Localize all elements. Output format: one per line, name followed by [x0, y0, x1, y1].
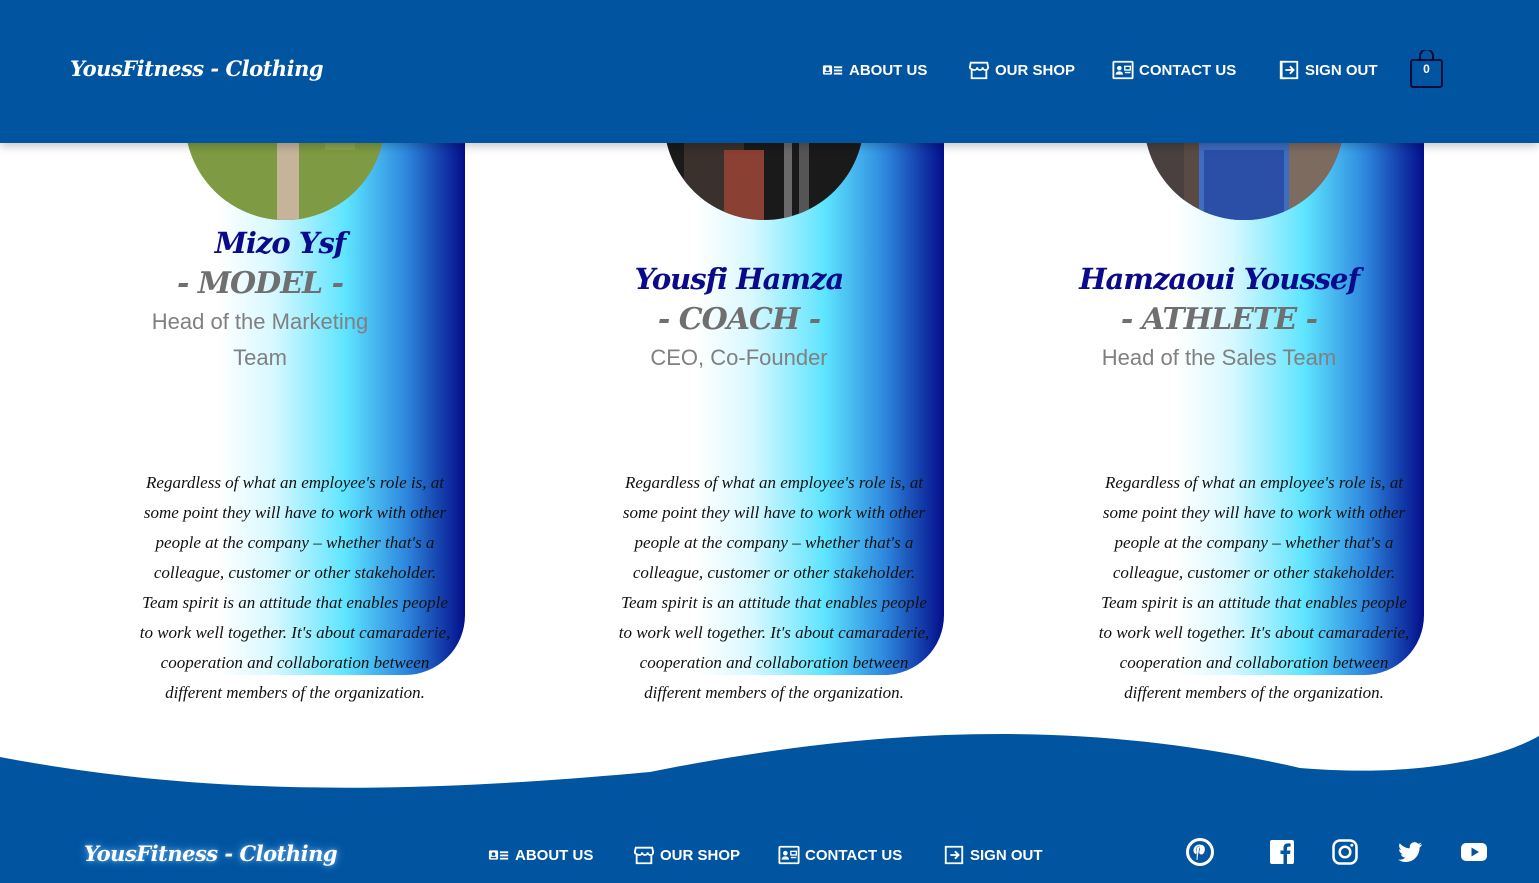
- twitter-icon[interactable]: [1396, 838, 1424, 866]
- subtitle-line: Head of the Sales Team: [1101, 345, 1337, 370]
- instagram-icon[interactable]: [1331, 838, 1359, 866]
- subtitle-line: Head of the Marketing: [151, 309, 369, 334]
- id-card-icon: [822, 65, 843, 75]
- sign-out-icon: [944, 845, 964, 865]
- sign-out-icon: [1279, 60, 1299, 80]
- member-role: - COACH -: [657, 302, 821, 337]
- store-icon: [968, 61, 990, 80]
- nav-label: ABOUT US: [515, 846, 594, 864]
- nav-sign-out[interactable]: SIGN OUT: [1278, 59, 1378, 81]
- team-card-2: Yousfi Hamza - COACH - CEO, Co-Founder R…: [614, 20, 944, 702]
- pinterest-icon[interactable]: [1186, 838, 1214, 866]
- footer-nav-contact-us[interactable]: CONTACT US: [778, 844, 902, 866]
- member-description: Regardless of what an employee's role is…: [618, 473, 930, 702]
- team-card-1: Mizo Ysf - MODEL - Head of the Marketing…: [135, 20, 465, 702]
- member-role: - ATHLETE -: [1120, 302, 1318, 337]
- member-subtitle: Head of the Marketing Team: [135, 304, 385, 376]
- nav-contact-us[interactable]: CONTACT US: [1112, 59, 1236, 81]
- member-subtitle: Head of the Sales Team: [1094, 340, 1344, 376]
- nav-label: ABOUT US: [849, 61, 928, 79]
- member-role: - MODEL -: [176, 266, 344, 301]
- nav-label: CONTACT US: [805, 846, 903, 864]
- footer-nav-our-shop[interactable]: OUR SHOP: [633, 844, 740, 866]
- footer-nav-about-us[interactable]: ABOUT US: [488, 844, 593, 866]
- contact-card-icon: [1112, 60, 1134, 80]
- member-description: Regardless of what an employee's role is…: [139, 473, 451, 702]
- youtube-icon[interactable]: [1460, 838, 1488, 866]
- nav-label: OUR SHOP: [995, 61, 1076, 79]
- member-name: Hamzaoui Youssef: [1079, 262, 1360, 296]
- member-name: Mizo Ysf: [214, 226, 347, 260]
- nav-label: SIGN OUT: [1305, 61, 1378, 79]
- nav-label: OUR SHOP: [660, 846, 741, 864]
- contact-card-icon: [778, 845, 800, 865]
- nav-about-us[interactable]: ABOUT US: [822, 59, 927, 81]
- footer-brand-logo[interactable]: YousFitness - Clothing: [84, 841, 338, 866]
- footer-nav-sign-out[interactable]: SIGN OUT: [943, 844, 1043, 866]
- site-header: YousFitness - Clothing ABOUT US OUR SHOP…: [0, 0, 1539, 143]
- member-name: Yousfi Hamza: [634, 262, 845, 296]
- team-card-3: Hamzaoui Youssef - ATHLETE - Head of the…: [1079, 20, 1424, 702]
- facebook-icon[interactable]: [1268, 838, 1296, 866]
- subtitle-line: CEO, Co-Founder: [650, 345, 828, 370]
- nav-our-shop[interactable]: OUR SHOP: [968, 59, 1075, 81]
- store-icon: [633, 846, 655, 865]
- nav-label: CONTACT US: [1139, 61, 1237, 79]
- member-description: Regardless of what an employee's role is…: [1098, 473, 1410, 702]
- member-subtitle: CEO, Co-Founder: [614, 340, 864, 376]
- id-card-icon: [488, 850, 509, 860]
- nav-label: SIGN OUT: [970, 846, 1043, 864]
- subtitle-line: Team: [233, 345, 287, 370]
- cart-button[interactable]: 0: [1410, 48, 1443, 88]
- brand-logo[interactable]: YousFitness - Clothing: [70, 56, 324, 81]
- cart-count: 0: [1423, 62, 1430, 76]
